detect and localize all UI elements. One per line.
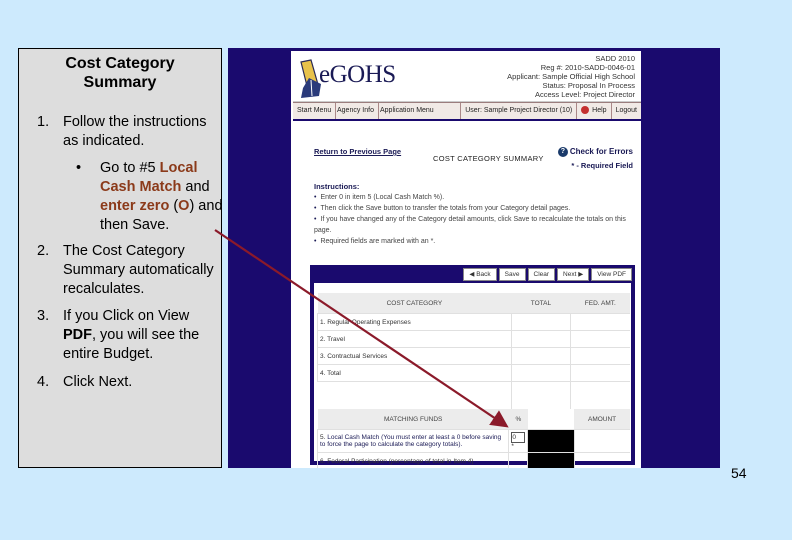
col-matching-funds: MATCHING FUNDS [317,409,509,430]
next-button[interactable]: Next ▶ [557,268,590,281]
table-row: 4. Total [317,364,630,382]
instruction-item: Required fields are marked with an *. [314,236,641,247]
step-1: 1. Follow the instructions as indicated. [37,114,207,149]
matching-funds-table: MATCHING FUNDS % AMOUNT 5. Local Cash Ma… [316,409,630,468]
panel-title: Cost Category Summary [65,55,175,91]
clear-button[interactable]: Clear [527,268,556,281]
step-3: 3. If you Click on View PDF, you will se… [37,308,200,362]
col-amount: AMOUNT [574,409,630,430]
required-field-note: * - Required Field [571,161,633,170]
instruction-panel: Cost Category Summary 1. Follow the inst… [18,48,223,468]
steps-list: 1. Follow the instructions as indicated.… [19,113,223,392]
nav-application-menu[interactable]: Application Menu [376,103,438,119]
table-row: 3. Contractual Services [317,347,630,365]
table-inner: COST CATEGORY TOTAL FED. AMT. 1. Regular… [314,283,631,468]
instruction-item: Enter 0 in item 5 (Local Cash Match %). [314,192,641,203]
page-heading: COST CATEGORY SUMMARY [433,154,544,163]
table-toolbar: ◀ Back Save Clear Next ▶ View PDF [461,268,632,281]
local-cash-match-input[interactable]: 0 [511,432,526,443]
col-cost-category: COST CATEGORY [317,293,512,314]
slide-number: 54 [731,465,747,481]
screenshot-frame: eGOHS SADD 2010 Reg #: 2010-SADD-0046-01… [228,48,720,468]
check-for-errors-link[interactable]: ? Check for Errors [557,147,633,157]
nav-logout[interactable]: Logout [610,103,641,119]
return-to-previous-link[interactable]: Return to Previous Page [314,147,401,156]
highlight-enter-zero: enter zero [100,198,170,214]
app-page: eGOHS SADD 2010 Reg #: 2010-SADD-0046-01… [291,51,641,468]
nav-user: User: Sample Project Director (10) [460,103,576,119]
back-button[interactable]: ◀ Back [463,268,497,281]
redacted-cell [527,452,575,468]
nav-bar: Start Menu Agency Info Application Menu … [293,102,641,121]
help-icon [581,106,590,115]
view-pdf-button[interactable]: View PDF [591,268,632,281]
step-2: 2. The Cost Category Summary automatical… [37,243,214,297]
table-row: 2. Travel [317,330,630,348]
cost-table-box: ◀ Back Save Clear Next ▶ View PDF COST C… [310,265,635,468]
logo-text: eGOHS [319,61,396,88]
table-row: 5. Local Cash Match (You must enter at l… [316,429,630,453]
instructions: Instructions: Enter 0 in item 5 (Local C… [314,181,641,247]
instruction-item: Then click the Save button to transfer t… [314,203,641,214]
save-button[interactable]: Save [498,268,526,281]
instruction-item: If you have changed any of the Category … [314,214,641,236]
nav-start-menu[interactable]: Start Menu [293,103,337,119]
col-percent: % [508,409,528,430]
cost-category-table: COST CATEGORY TOTAL FED. AMT. 1. Regular… [317,293,630,410]
nav-agency-info[interactable]: Agency Info [333,103,379,119]
col-total: TOTAL [511,293,571,314]
table-row: 6. Federal Participation (percentage of … [316,452,630,468]
sub-bullet: • Go to #5 Local Cash Match and enter ze… [76,160,223,233]
table-row: 1. Regular Operating Expenses [317,313,630,331]
step-4: 4. Click Next. [37,374,133,390]
question-icon: ? [557,147,568,157]
app-header: eGOHS SADD 2010 Reg #: 2010-SADD-0046-01… [293,51,641,102]
application-meta: SADD 2010 Reg #: 2010-SADD-0046-01 Appli… [507,54,635,99]
nav-help[interactable]: Help [576,103,610,119]
col-fed-amt: FED. AMT. [570,293,630,314]
redacted-cell [527,429,575,453]
